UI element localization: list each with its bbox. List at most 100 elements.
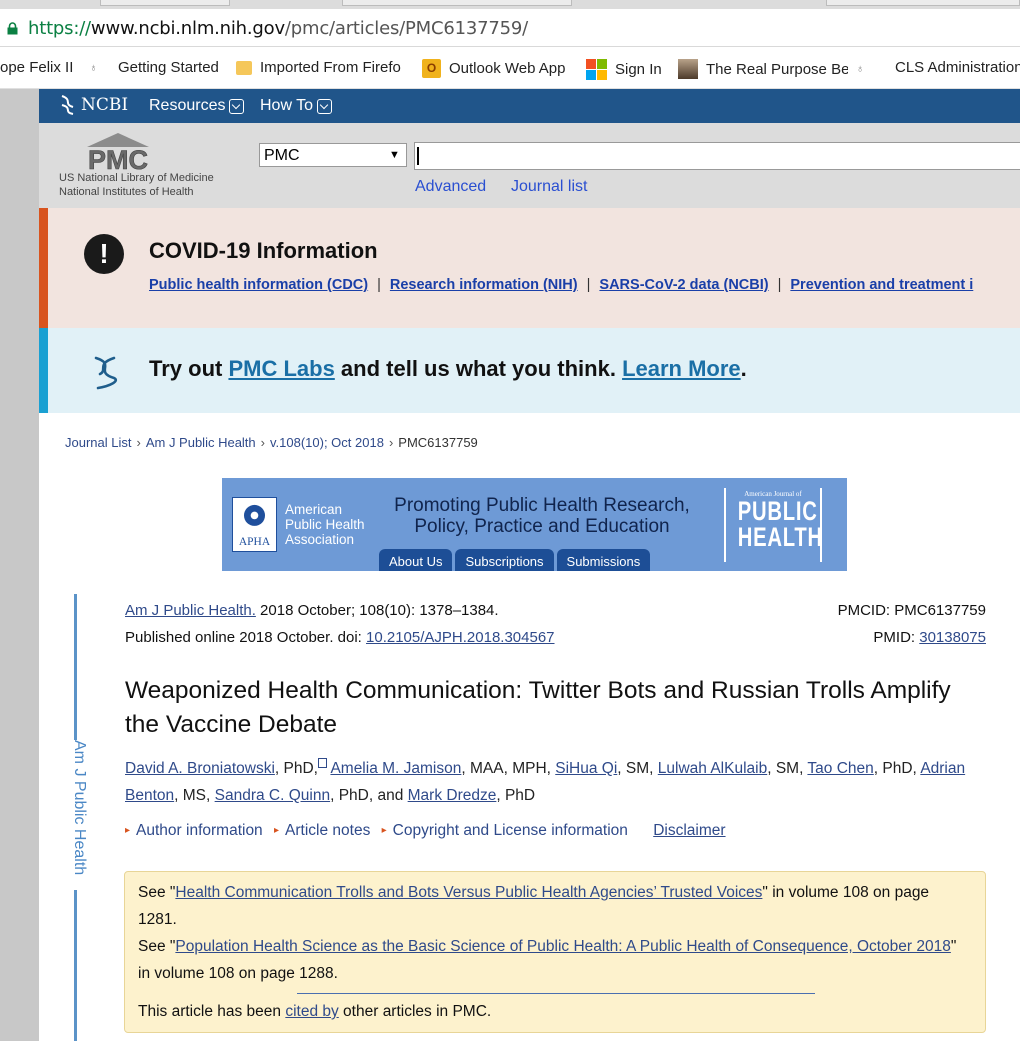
microsoft-icon [586,59,607,80]
apha-logo: APHA [232,497,277,552]
author-link[interactable]: Tao Chen [807,760,873,777]
covid-banner: ! COVID-19 Information Public health inf… [39,208,1020,328]
learn-more-link[interactable]: Learn More [622,356,741,381]
dna-helix-icon [94,356,118,390]
citation-text: 2018 October; 108(10): 1378–1384. [255,602,499,619]
corresponding-author-icon[interactable] [317,758,327,768]
bookmark-dot-icon: ♁ [89,61,98,74]
bookmarks-bar: ope Felix II ♁ Getting Started Imported … [0,47,1020,89]
page-thumbnail-icon [678,59,698,79]
ncbi-top-bar: NCBI Resources How To [39,89,1020,123]
triangle-right-icon: ▸ [125,825,131,836]
apha-journal-banner[interactable]: APHA American Public Health Association … [222,478,847,571]
article-info-links: ▸ Author information ▸ Article notes ▸ Copy… [125,822,726,840]
chevron-down-icon [317,98,333,114]
related-article-link[interactable]: Population Health Science as the Basic S… [175,938,950,955]
bookmark-item[interactable]: Imported From Firefo [236,59,402,76]
ncbi-helix-icon [61,95,74,115]
pmcid: PMCID: PMC6137759 [837,602,986,619]
browser-tab-strip [0,0,1020,9]
resources-menu[interactable]: Resources [149,97,245,115]
pmc-logo-text: PMC [88,145,148,173]
related-articles-notice: See "Health Communication Trolls and Bot… [124,871,986,1033]
author-link[interactable]: SiHua Qi [555,760,617,777]
bookmark-item[interactable]: Sign In [586,59,662,80]
bookmark-dot-icon: ♁ [856,63,865,75]
breadcrumb-journal-list[interactable]: Journal List [65,435,131,450]
nlm-caption: US National Library of Medicine National… [59,172,214,198]
labs-message: Try out PMC Labs and tell us what you th… [149,356,747,381]
doi-link[interactable]: 10.2105/AJPH.2018.304567 [366,629,555,646]
ncbi-logo[interactable]: NCBI [59,94,128,116]
breadcrumb-journal[interactable]: Am J Public Health [146,435,256,450]
chevron-down-icon [229,98,245,114]
address-bar[interactable]: https://www.ncbi.nlm.nih.gov/pmc/article… [0,9,1020,47]
bookmark-item[interactable]: CLS Administration [895,59,1020,76]
ajph-logo: American Journal of PUBLIC HEALTH [724,488,822,562]
divider [297,993,815,994]
cited-by-link[interactable]: cited by [285,1003,338,1020]
breadcrumb: Journal List › Am J Public Health › v.108(10… [65,435,478,450]
journal-citation-link[interactable]: Am J Public Health. [125,602,256,619]
text-caret [417,147,419,165]
bookmark-item[interactable]: ope Felix II ♁ [0,59,106,76]
covid-heading: COVID-19 Information [149,238,378,263]
apha-org-name: American Public Health Association [285,502,365,547]
dropdown-arrow-icon: ▼ [389,149,400,161]
database-select[interactable]: PMC [259,143,407,167]
outlook-icon: O [422,59,441,78]
journal-list-link[interactable]: Journal list [511,178,587,196]
pmc-header: PMC US National Library of Medicine Nati… [39,123,1020,208]
article-meta: Am J Public Health. 2018 October; 108(10… [125,597,986,651]
covid-links: Public health information (CDC) | Research… [149,277,974,293]
author-list: David A. Broniatowski, PhD, Amelia M. Ja… [125,758,966,804]
bookmark-item[interactable]: The Real Purpose Beh ♁ [678,59,864,79]
pmc-labs-link[interactable]: PMC Labs [228,356,334,381]
author-link[interactable]: Sandra C. Quinn [215,787,330,804]
pmc-logo[interactable]: PMC [83,131,153,173]
apha-promo-text: Promoting Public Health Research, Policy… [394,495,690,537]
copyright-toggle[interactable]: ▸ Copyright and License information [382,822,628,839]
advanced-search-link[interactable]: Advanced [415,178,486,196]
browser-tab[interactable] [826,0,1020,6]
triangle-right-icon: ▸ [381,825,387,836]
left-gutter [0,89,39,1041]
url-text[interactable]: https://www.ncbi.nlm.nih.gov/pmc/article… [28,18,528,39]
browser-tab[interactable] [100,0,230,6]
covid-link-ncbi[interactable]: SARS-CoV-2 data (NCBI) [599,277,768,293]
covid-link-prevention[interactable]: Prevention and treatment i [790,277,973,293]
covid-link-nih[interactable]: Research information (NIH) [390,277,578,293]
journal-rail-label[interactable]: Am J Public Health [66,740,90,890]
author-link[interactable]: Amelia M. Jamison [330,760,461,777]
pmid-link[interactable]: 30138075 [919,629,986,646]
author-link[interactable]: Lulwah AlKulaib [658,760,767,777]
article-notes-toggle[interactable]: ▸ Article notes [274,822,370,839]
covid-link-cdc[interactable]: Public health information (CDC) [149,277,368,293]
apha-tab-subscriptions[interactable]: Subscriptions [455,549,554,571]
howto-menu[interactable]: How To [260,97,333,115]
author-information-toggle[interactable]: ▸ Author information [125,822,263,839]
related-article-link[interactable]: Health Communication Trolls and Bots Ver… [175,884,762,901]
bookmark-item[interactable]: Getting Started [118,59,219,76]
disclaimer-link[interactable]: Disclaimer [653,822,725,839]
apha-tab-about[interactable]: About Us [379,549,453,571]
breadcrumb-current: PMC6137759 [398,435,478,450]
search-input[interactable] [414,142,1020,170]
pmc-labs-banner: Try out PMC Labs and tell us what you th… [39,328,1020,413]
author-link[interactable]: David A. Broniatowski [125,760,275,777]
see-also-1: See "Health Communication Trolls and Bot… [138,884,930,928]
alert-icon: ! [84,234,124,274]
lock-icon [7,22,18,35]
breadcrumb-issue[interactable]: v.108(10); Oct 2018 [270,435,384,450]
triangle-right-icon: ▸ [274,825,280,836]
published-text: Published online 2018 October. doi: [125,629,367,646]
cited-by-text: This article has been cited by other art… [138,1003,492,1020]
article-title: Weaponized Health Communication: Twitter… [125,677,951,738]
apha-tab-submissions[interactable]: Submissions [556,549,651,571]
apha-tabs: About Us Subscriptions Submissions [379,549,651,571]
author-link[interactable]: Mark Dredze [408,787,497,804]
folder-icon [236,60,252,75]
bookmark-item[interactable]: O Outlook Web App [422,59,565,78]
see-also-2: See "Population Health Science as the Ba… [138,938,957,982]
browser-tab[interactable] [342,0,572,6]
